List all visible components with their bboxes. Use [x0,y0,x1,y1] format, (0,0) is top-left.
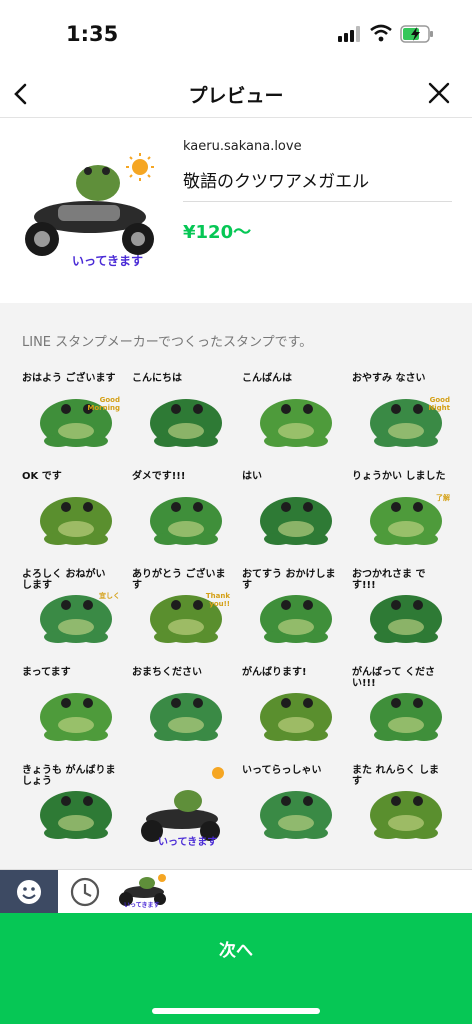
sticker-item[interactable]: おてすう おかけします [238,567,342,655]
sticker-item[interactable]: いってきます [128,763,232,851]
sticker-caption: がんばります! [242,667,307,678]
sticker-item[interactable]: こんばんは [238,371,342,459]
sticker-item[interactable]: おはよう ございます Good Morning [18,371,122,459]
product-info: いってきます kaeru.sakana.love 敬語のクツワアメガエル ¥12… [0,119,472,303]
sticker-item[interactable]: よろしく おねがい します 宜しく [18,567,122,655]
sticker-preview-area: LINE スタンプメーカーでつくったスタンプです。 おはよう ございます Good… [0,303,472,869]
frog-sticker-image [150,497,222,545]
sticker-badge: Good Night [428,396,450,412]
sticker-item[interactable]: りょうかい しました了解 [348,469,452,557]
sticker-caption: ありがとう ございます [132,569,226,591]
frog-sticker-image [370,399,442,447]
divider [183,201,452,202]
tab-emoji[interactable] [0,870,58,914]
sticker-caption: がんばって ください!!! [352,667,435,689]
frog-sticker-image [40,497,112,545]
home-indicator [152,1008,320,1014]
sticker-item[interactable]: いってらっしゃい [238,763,342,851]
smiley-icon [17,880,41,904]
wifi-icon [370,24,392,42]
page-title: プレビュー [188,85,284,107]
status-time: 1:35 [66,22,119,46]
sticker-caption: おまちください [132,667,202,678]
sticker-caption: きょうも がんばりましょう [22,765,116,787]
stamp-maker-note: LINE スタンプメーカーでつくったスタンプです。 [22,335,313,350]
frog-sticker-image [370,497,442,545]
clock-icon[interactable] [68,876,102,908]
sticker-item[interactable]: おつかれさま です!!! [348,567,452,655]
main-sticker-caption: いってきます [72,254,144,268]
frog-sticker-image [40,693,112,741]
frog-sticker-image [150,399,222,447]
sticker-item[interactable]: おまちください [128,665,232,753]
sticker-caption: はい [242,471,262,482]
frog-sticker-image [40,399,112,447]
sticker-caption: まってます [22,667,71,678]
sticker-caption: また れんらく します [352,765,439,787]
price: ¥120〜 [183,222,252,243]
sticker-item[interactable]: はい [238,469,342,557]
sticker-item[interactable]: がんばって ください!!! [348,665,452,753]
sticker-badge: 了解 [436,494,450,502]
sticker-item[interactable]: ありがとう ございます Thank you!! [128,567,232,655]
sticker-caption: おはよう ございます [22,373,116,384]
sticker-badge: Thank you!! [205,592,230,608]
sticker-caption: ダメです!!! [132,471,186,482]
battery-charging-icon [400,25,433,43]
sticker-item[interactable]: OK です [18,469,122,557]
sticker-caption: いってらっしゃい [242,765,322,776]
next-button-label: 次へ [219,941,253,961]
frog-sticker-image [260,791,332,839]
sticker-item[interactable]: ダメです!!! [128,469,232,557]
sticker-badge: Good Morning [87,396,120,412]
next-button[interactable]: 次へ [0,913,472,1024]
sticker-caption: こんにちは [132,373,182,384]
sticker-caption: りょうかい しました [352,471,446,482]
sticker-pack-name: 敬語のクツワアメガエル [183,172,370,192]
sticker-caption: おてすう おかけします [242,569,336,591]
sticker-item[interactable]: こんにちは [128,371,232,459]
sticker-item[interactable]: きょうも がんばりましょう [18,763,122,851]
frog-sticker-image [260,399,332,447]
cellular-signal-icon [338,26,360,42]
sticker-caption: よろしく おねがい します [22,569,106,591]
frog-sticker-image [150,693,222,741]
status-bar: 1:35 [0,0,472,70]
sticker-caption: こんばんは [242,373,292,384]
sticker-caption: おやすみ なさい [352,373,426,384]
author-name[interactable]: kaeru.sakana.love [183,139,302,154]
sticker-item[interactable]: また れんらく します [348,763,452,851]
sticker-item[interactable]: おやすみ なさい Good Night [348,371,452,459]
navigation-header: プレビュー [0,70,472,118]
sticker-caption: おつかれさま です!!! [352,569,426,591]
sticker-badge: 宜しく [99,592,120,600]
frog-sticker-image [260,497,332,545]
close-icon[interactable] [424,78,454,108]
tab-pack-caption: いってきます [124,902,160,909]
frog-sticker-image [260,693,332,741]
sticker-caption: OK です [22,471,62,482]
sticker-item[interactable]: がんばります! [238,665,342,753]
sticker-tab-bar: いってきます [0,869,472,914]
sticker-item[interactable]: まってます [18,665,122,753]
